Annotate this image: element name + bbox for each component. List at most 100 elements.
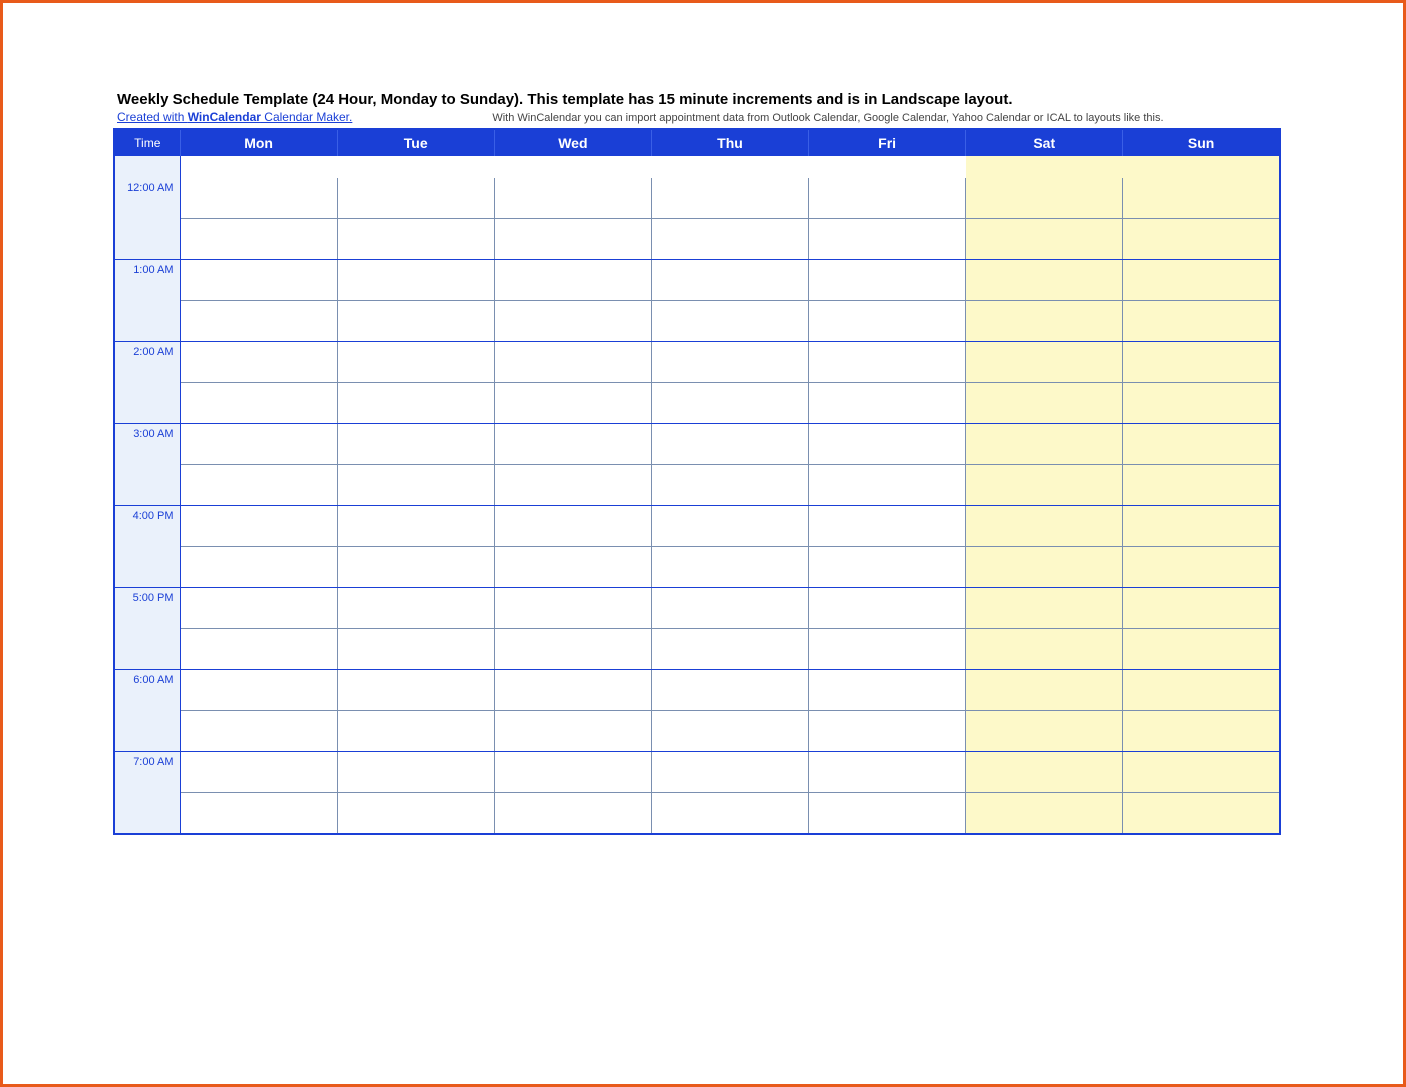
schedule-cell[interactable] [494,342,651,383]
schedule-cell[interactable] [651,506,808,547]
schedule-cell[interactable] [966,506,1123,547]
schedule-cell[interactable] [809,547,966,588]
schedule-cell[interactable] [337,383,494,424]
schedule-cell[interactable] [494,588,651,629]
schedule-cell[interactable] [180,178,337,219]
schedule-cell[interactable] [337,629,494,670]
schedule-cell[interactable] [651,219,808,260]
schedule-cell[interactable] [809,301,966,342]
schedule-cell[interactable] [651,752,808,793]
schedule-cell[interactable] [494,465,651,506]
schedule-cell[interactable] [337,342,494,383]
schedule-cell[interactable] [494,711,651,752]
schedule-cell[interactable] [809,629,966,670]
schedule-cell[interactable] [494,219,651,260]
schedule-cell[interactable] [809,383,966,424]
schedule-cell[interactable] [966,629,1123,670]
schedule-cell[interactable] [494,670,651,711]
schedule-cell[interactable] [180,629,337,670]
schedule-cell[interactable] [180,424,337,465]
schedule-cell[interactable] [966,793,1123,835]
schedule-cell[interactable] [651,342,808,383]
schedule-cell[interactable] [337,711,494,752]
schedule-cell[interactable] [180,711,337,752]
schedule-cell[interactable] [651,301,808,342]
schedule-cell[interactable] [966,588,1123,629]
schedule-cell[interactable] [809,588,966,629]
schedule-cell[interactable] [966,178,1123,219]
schedule-cell[interactable] [494,424,651,465]
schedule-cell[interactable] [337,219,494,260]
schedule-cell[interactable] [180,301,337,342]
schedule-cell[interactable] [180,506,337,547]
schedule-cell[interactable] [1123,752,1280,793]
schedule-cell[interactable] [809,260,966,301]
schedule-cell[interactable] [809,670,966,711]
schedule-cell[interactable] [1123,465,1280,506]
schedule-cell[interactable] [1123,342,1280,383]
schedule-cell[interactable] [809,219,966,260]
schedule-cell[interactable] [337,752,494,793]
schedule-cell[interactable] [651,178,808,219]
schedule-cell[interactable] [1123,260,1280,301]
schedule-cell[interactable] [494,260,651,301]
schedule-cell[interactable] [494,793,651,835]
schedule-cell[interactable] [180,342,337,383]
schedule-cell[interactable] [651,547,808,588]
schedule-cell[interactable] [1123,219,1280,260]
schedule-cell[interactable] [809,465,966,506]
schedule-cell[interactable] [809,342,966,383]
schedule-cell[interactable] [651,383,808,424]
credit-link[interactable]: Created with WinCalendar Calendar Maker. [117,110,352,124]
schedule-cell[interactable] [966,342,1123,383]
schedule-cell[interactable] [809,506,966,547]
schedule-cell[interactable] [180,670,337,711]
schedule-cell[interactable] [966,424,1123,465]
schedule-cell[interactable] [966,301,1123,342]
schedule-cell[interactable] [180,793,337,835]
schedule-cell[interactable] [180,219,337,260]
schedule-cell[interactable] [180,752,337,793]
schedule-cell[interactable] [809,752,966,793]
schedule-cell[interactable] [494,178,651,219]
schedule-cell[interactable] [1123,547,1280,588]
schedule-cell[interactable] [337,793,494,835]
schedule-cell[interactable] [494,301,651,342]
schedule-cell[interactable] [809,424,966,465]
schedule-cell[interactable] [1123,793,1280,835]
schedule-cell[interactable] [1123,424,1280,465]
schedule-cell[interactable] [337,547,494,588]
schedule-cell[interactable] [1123,178,1280,219]
schedule-cell[interactable] [651,629,808,670]
schedule-cell[interactable] [337,424,494,465]
schedule-cell[interactable] [651,588,808,629]
schedule-cell[interactable] [337,506,494,547]
schedule-cell[interactable] [651,793,808,835]
schedule-cell[interactable] [494,383,651,424]
schedule-cell[interactable] [337,260,494,301]
schedule-cell[interactable] [966,711,1123,752]
schedule-cell[interactable] [1123,629,1280,670]
schedule-cell[interactable] [1123,711,1280,752]
schedule-cell[interactable] [809,178,966,219]
schedule-cell[interactable] [337,588,494,629]
schedule-cell[interactable] [180,465,337,506]
schedule-cell[interactable] [1123,301,1280,342]
schedule-cell[interactable] [180,383,337,424]
schedule-cell[interactable] [651,711,808,752]
schedule-cell[interactable] [966,465,1123,506]
schedule-cell[interactable] [337,670,494,711]
schedule-cell[interactable] [966,260,1123,301]
schedule-cell[interactable] [966,670,1123,711]
schedule-cell[interactable] [651,260,808,301]
schedule-cell[interactable] [494,506,651,547]
schedule-cell[interactable] [1123,506,1280,547]
schedule-cell[interactable] [966,383,1123,424]
schedule-cell[interactable] [809,711,966,752]
schedule-cell[interactable] [966,752,1123,793]
schedule-cell[interactable] [966,219,1123,260]
schedule-cell[interactable] [337,178,494,219]
schedule-cell[interactable] [494,752,651,793]
schedule-cell[interactable] [1123,670,1280,711]
schedule-cell[interactable] [337,301,494,342]
